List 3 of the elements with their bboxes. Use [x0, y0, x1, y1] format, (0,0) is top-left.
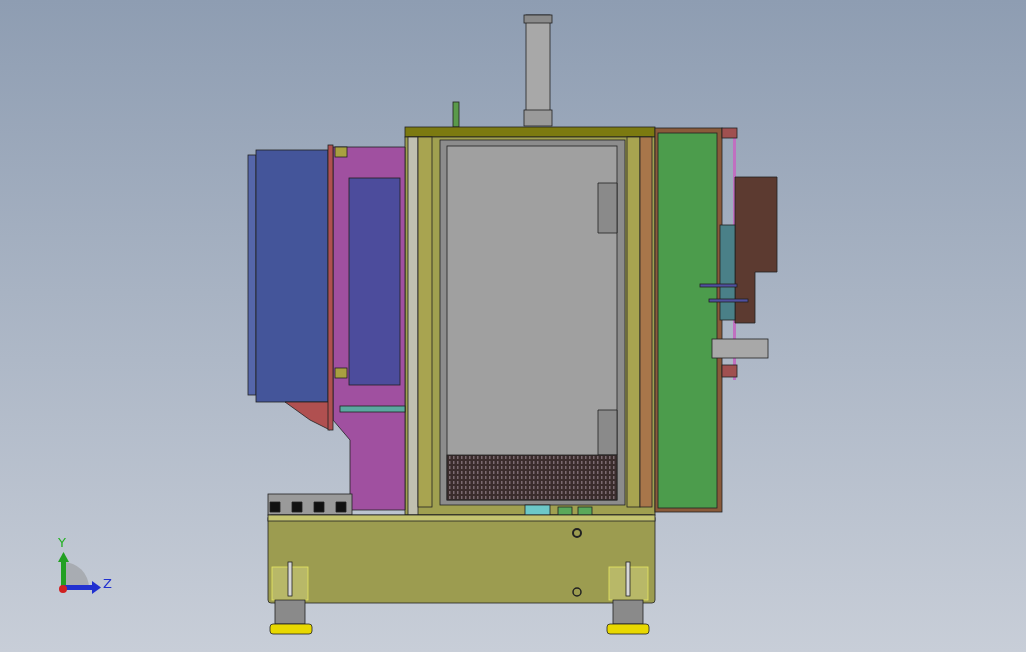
- y-axis-label: Y: [58, 535, 66, 550]
- axis-triad-icon: [58, 552, 101, 594]
- z-axis-label: Z: [103, 576, 112, 591]
